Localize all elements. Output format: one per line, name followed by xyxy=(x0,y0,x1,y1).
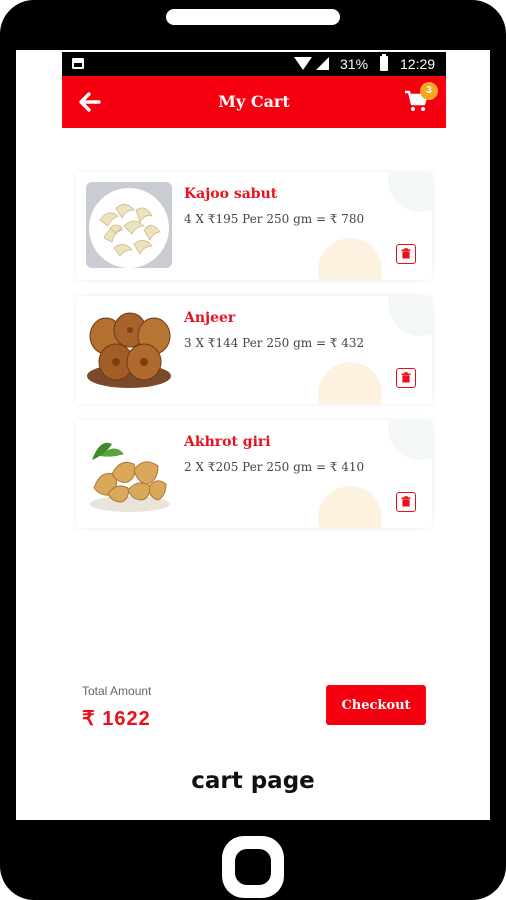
home-button[interactable] xyxy=(222,836,284,898)
page-caption: cart page xyxy=(191,768,315,794)
phone-frame: 31% 12:29 My Cart 3 Kajoo sabut 4 X ₹195… xyxy=(0,0,506,900)
phone-speaker xyxy=(166,9,340,25)
total-amount-label: Total Amount xyxy=(82,684,152,698)
checkout-button[interactable]: Checkout xyxy=(326,685,426,725)
footer-area: Total Amount ₹ 1622 Checkout xyxy=(62,52,446,772)
total-amount-value: ₹ 1622 xyxy=(82,708,151,730)
